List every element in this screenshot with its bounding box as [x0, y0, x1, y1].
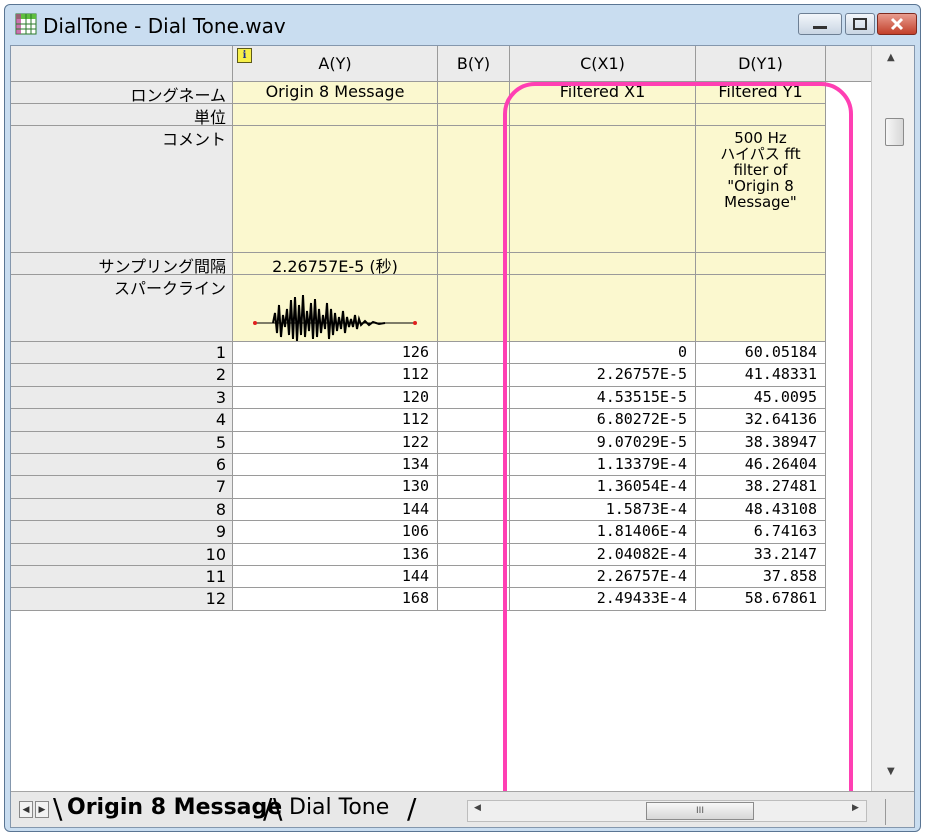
sparkline-cell[interactable]	[438, 275, 510, 342]
data-cell-b[interactable]	[438, 454, 510, 477]
sampling-interval-cell[interactable]: 2.26757E-5 (秒)	[233, 253, 438, 275]
scroll-down-icon[interactable]: ▼	[887, 766, 895, 777]
row-header-sampling-interval[interactable]: サンプリング間隔	[11, 253, 233, 275]
minimize-button[interactable]	[798, 13, 842, 35]
row-number[interactable]: 8	[11, 498, 233, 522]
column-header-a[interactable]: i A(Y)	[233, 46, 438, 82]
sheet-tab-dial-tone[interactable]: Dial Tone	[289, 795, 389, 820]
resize-grip-icon[interactable]	[885, 799, 912, 825]
data-cell-a[interactable]: 136	[233, 543, 438, 566]
data-cell-a[interactable]: 106	[233, 521, 438, 544]
row-number[interactable]: 4	[11, 409, 233, 432]
close-button[interactable]	[877, 13, 917, 35]
maximize-button[interactable]	[845, 13, 875, 35]
vertical-scrollbar[interactable]: ▲ ▼	[871, 46, 914, 791]
data-cell-a[interactable]: 130	[233, 476, 438, 499]
data-cell-b[interactable]	[438, 431, 510, 454]
close-icon	[890, 17, 904, 31]
row-number[interactable]: 5	[11, 431, 233, 454]
row-header-long-name[interactable]: ロングネーム	[11, 82, 233, 104]
data-cell-b[interactable]	[438, 521, 510, 544]
column-header-d[interactable]: D(Y1)	[696, 46, 826, 82]
title-bar[interactable]: DialTone - Dial Tone.wav	[5, 5, 920, 43]
units-cell[interactable]	[438, 104, 510, 126]
minimize-icon	[813, 26, 827, 29]
data-cell-b[interactable]	[438, 543, 510, 566]
row-number[interactable]: 7	[11, 476, 233, 499]
comment-cell[interactable]	[438, 126, 510, 253]
info-icon[interactable]: i	[237, 48, 252, 63]
highlight-annotation	[503, 82, 853, 827]
row-number[interactable]: 3	[11, 386, 233, 410]
vertical-scroll-thumb[interactable]	[885, 118, 904, 146]
data-cell-a[interactable]: 134	[233, 454, 438, 477]
data-cell-b[interactable]	[438, 498, 510, 522]
data-cell-b[interactable]	[438, 342, 510, 365]
data-cell-b[interactable]	[438, 409, 510, 432]
data-cell-a[interactable]: 144	[233, 498, 438, 522]
sampling-interval-cell[interactable]	[438, 253, 510, 275]
data-cell-a[interactable]: 144	[233, 566, 438, 589]
sheet-tab-bar: ◀ ▶ \ Origin 8 Message / \ Dial Tone / ◀…	[11, 791, 914, 827]
tab-separator: \	[53, 792, 63, 825]
scroll-right-icon[interactable]: ▶	[852, 803, 859, 813]
column-header-empty	[826, 46, 871, 82]
row-number[interactable]: 12	[11, 588, 233, 611]
scroll-up-icon[interactable]: ▲	[887, 52, 895, 63]
data-cell-b[interactable]	[438, 566, 510, 589]
data-cell-a[interactable]: 122	[233, 431, 438, 454]
data-cell-a[interactable]: 126	[233, 342, 438, 365]
data-cell-a[interactable]: 112	[233, 364, 438, 387]
row-number[interactable]: 10	[11, 543, 233, 566]
data-cell-a[interactable]: 168	[233, 588, 438, 611]
long-name-cell[interactable]	[438, 82, 510, 104]
sparkline-waveform	[253, 294, 417, 341]
column-header-label: D(Y1)	[738, 54, 783, 73]
data-cell-a[interactable]: 112	[233, 409, 438, 432]
data-cell-b[interactable]	[438, 386, 510, 410]
row-header-units[interactable]: 単位	[11, 104, 233, 126]
sheet-tab-origin-8-message[interactable]: Origin 8 Message	[67, 795, 282, 820]
row-number[interactable]: 6	[11, 454, 233, 477]
worksheet-area: i A(Y) B(Y) C(X1) D(Y1) ロングネーム Origin 8 …	[10, 45, 915, 828]
data-cell-b[interactable]	[438, 364, 510, 387]
column-header-label: B(Y)	[456, 54, 491, 73]
units-cell[interactable]	[233, 104, 438, 126]
long-name-cell[interactable]: Origin 8 Message	[233, 82, 438, 104]
row-number[interactable]: 11	[11, 566, 233, 589]
row-header-comments[interactable]: コメント	[11, 126, 233, 253]
row-number[interactable]: 2	[11, 364, 233, 387]
row-header-sparklines[interactable]: スパークライン	[11, 275, 233, 342]
tab-separator: /	[407, 792, 417, 825]
tab-next-button[interactable]: ▶	[35, 801, 49, 818]
data-cell-b[interactable]	[438, 588, 510, 611]
comment-cell[interactable]	[233, 126, 438, 253]
tab-separator: \	[273, 792, 283, 825]
data-cell-b[interactable]	[438, 476, 510, 499]
tab-prev-button[interactable]: ◀	[19, 801, 33, 818]
column-header-label: C(X1)	[580, 54, 625, 73]
window-title: DialTone - Dial Tone.wav	[43, 14, 286, 38]
column-header-b[interactable]: B(Y)	[438, 46, 510, 82]
row-number[interactable]: 9	[11, 521, 233, 544]
scroll-left-icon[interactable]: ◀	[474, 803, 481, 813]
horizontal-scrollbar[interactable]: ◀ III ▶	[467, 800, 867, 822]
grid-corner[interactable]	[11, 46, 233, 82]
workbook-window: DialTone - Dial Tone.wav i A(Y) B(Y) C(X…	[4, 4, 921, 832]
tab-separator: /	[263, 792, 273, 825]
data-cell-a[interactable]: 120	[233, 386, 438, 410]
horizontal-scroll-thumb[interactable]: III	[646, 802, 754, 820]
sparkline-cell[interactable]	[233, 275, 438, 342]
maximize-icon	[853, 18, 867, 30]
column-header-label: A(Y)	[318, 54, 352, 73]
row-number[interactable]: 1	[11, 342, 233, 365]
workbook-icon	[15, 13, 37, 35]
column-header-c[interactable]: C(X1)	[510, 46, 696, 82]
